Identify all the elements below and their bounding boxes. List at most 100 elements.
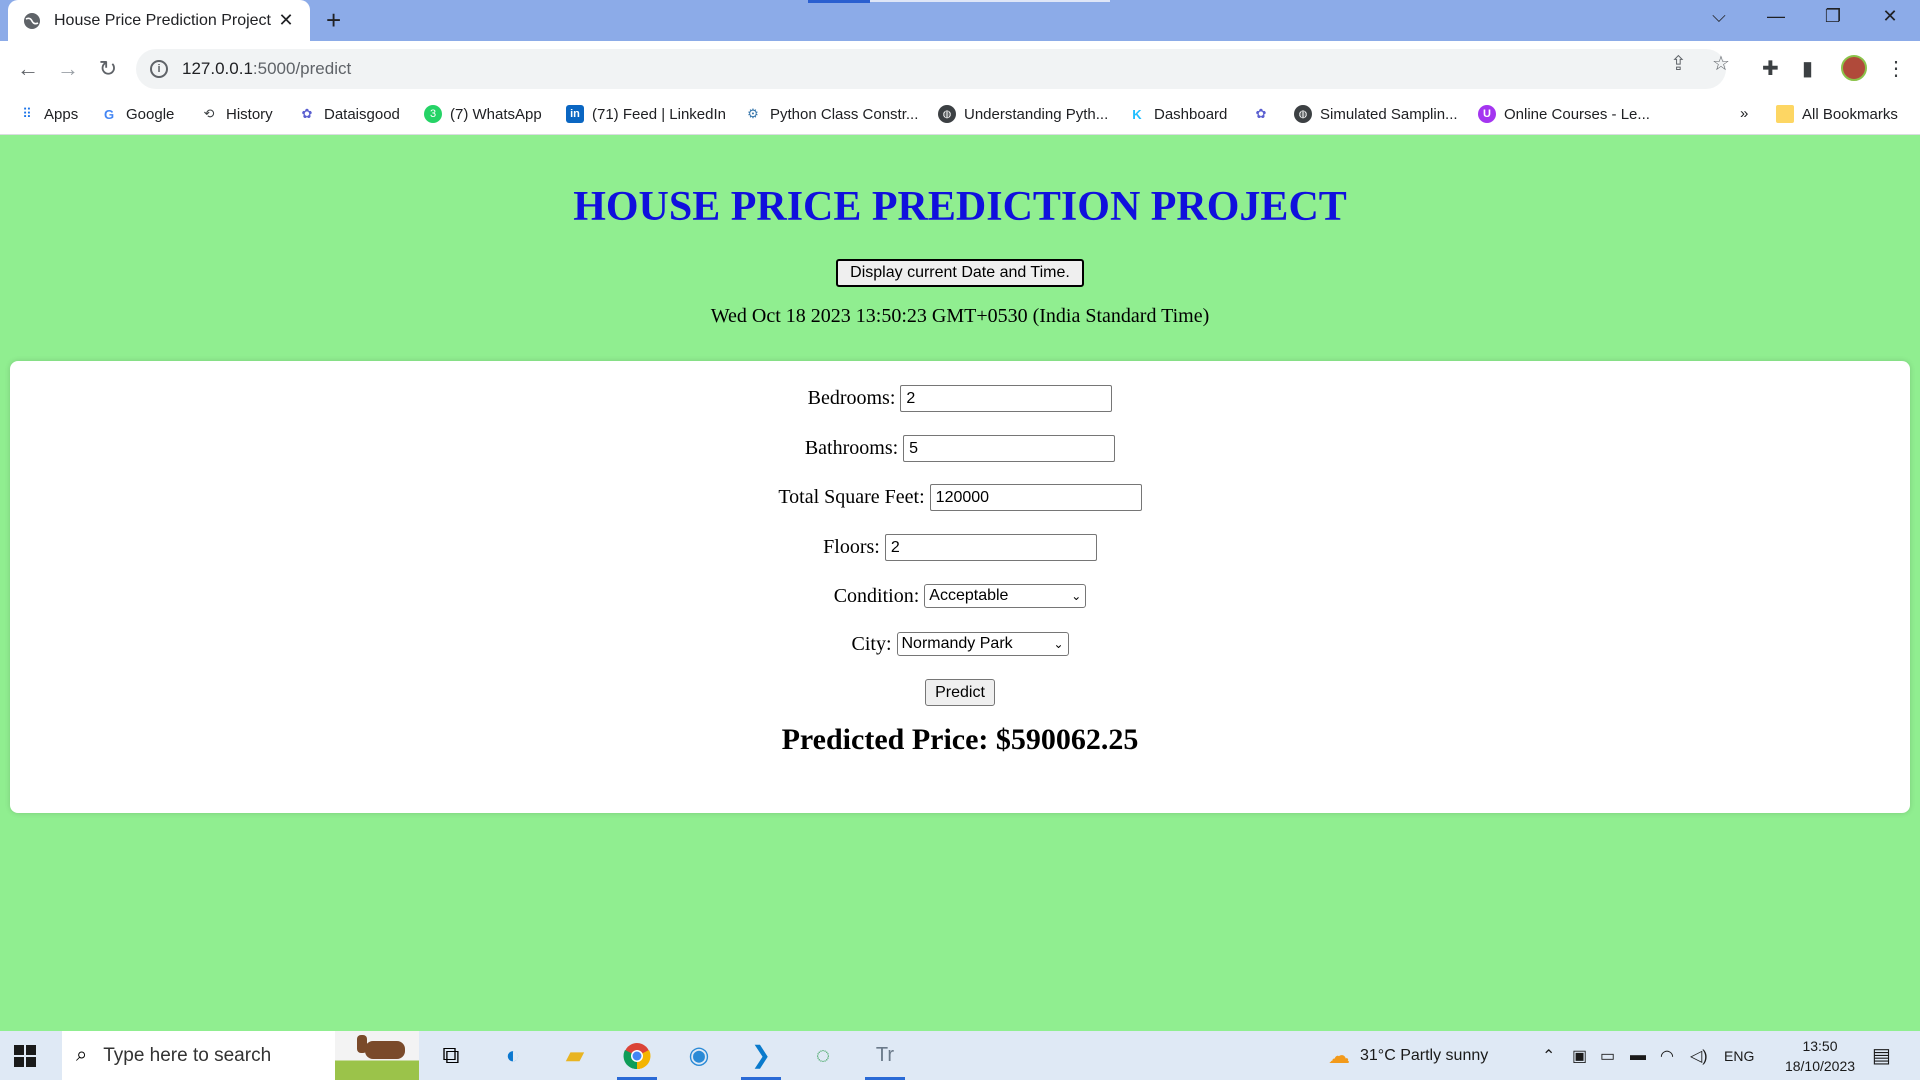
- chrome-icon[interactable]: [612, 1031, 662, 1080]
- bookmark-simulated[interactable]: ◍ Simulated Samplin...: [1294, 105, 1458, 123]
- bookmark-online-courses[interactable]: U Online Courses - Le...: [1478, 105, 1650, 123]
- bedrooms-input[interactable]: 2: [900, 385, 1113, 412]
- windows-taskbar: ⌕ Type here to search ⧉ ◐ ▰ ◉ ❯ ◌ Tr ☁ 3…: [0, 1031, 1920, 1080]
- search-highlight-image: [335, 1031, 419, 1080]
- bookmark-python[interactable]: ⚙ Python Class Constr...: [744, 105, 918, 123]
- condition-selected-value: Acceptable: [929, 587, 1009, 604]
- edge-icon[interactable]: ◐: [488, 1031, 538, 1080]
- profile-avatar[interactable]: [1841, 55, 1867, 81]
- back-arrow-icon[interactable]: ←: [12, 53, 44, 85]
- eye-app-icon[interactable]: ◉: [674, 1031, 724, 1080]
- openai-icon: ✿: [301, 106, 313, 121]
- bookmarks-bar: ⠿ Apps G Google ⟲ History ✿ Dataisgood 3 (7) …: [0, 97, 1920, 135]
- browser-tab[interactable]: House Price Prediction Project ✕: [8, 0, 310, 41]
- reload-icon[interactable]: ↻: [92, 53, 124, 85]
- sqft-input[interactable]: 120000: [929, 484, 1142, 511]
- globe-icon: ◍: [1294, 105, 1312, 123]
- kaggle-icon: K: [1132, 106, 1142, 122]
- clock-time: 13:50: [1802, 1038, 1838, 1054]
- taskbar-clock[interactable]: 13:50 18/10/2023: [1770, 1036, 1870, 1076]
- taskbar-search[interactable]: ⌕ Type here to search: [62, 1031, 419, 1080]
- openai-icon: ✿: [1255, 106, 1267, 121]
- site-info-icon[interactable]: i: [150, 60, 168, 78]
- browser-toolbar: ← → ↻ i 127.0.0.1:5000/predict ⇪ ☆ ✚ ▮ ⋮: [0, 41, 1920, 97]
- bookmark-star-icon[interactable]: ☆: [1712, 51, 1730, 76]
- floors-input[interactable]: 2: [884, 534, 1097, 561]
- address-bar[interactable]: i 127.0.0.1:5000/predict: [136, 49, 1726, 89]
- windows-start-icon[interactable]: [14, 1045, 36, 1067]
- volume-icon[interactable]: ◁): [1690, 1031, 1708, 1080]
- tab-search-icon[interactable]: ⌵: [1704, 6, 1734, 27]
- share-icon[interactable]: ⇪: [1670, 51, 1687, 76]
- weather-text: 31°C Partly sunny: [1360, 1046, 1489, 1064]
- bookmark-linkedin[interactable]: in (71) Feed | LinkedIn: [566, 105, 726, 123]
- condition-select[interactable]: Acceptable ⌄: [924, 584, 1087, 608]
- display-datetime-button[interactable]: Display current Date and Time.: [836, 259, 1084, 287]
- all-bookmarks[interactable]: All Bookmarks: [1776, 105, 1898, 123]
- sqft-row: Total Square Feet: 120000: [10, 484, 1910, 511]
- condition-row: Condition: Acceptable ⌄: [10, 584, 1910, 608]
- wifi-icon[interactable]: ◠: [1660, 1031, 1674, 1080]
- show-hidden-icons[interactable]: ⌃: [1542, 1031, 1555, 1080]
- restore-button[interactable]: ❐: [1818, 6, 1848, 27]
- city-row: City: Normandy Park ⌄: [10, 632, 1910, 656]
- page-content: HOUSE PRICE PREDICTION PROJECT Display c…: [0, 135, 1920, 1031]
- side-panel-icon[interactable]: ▮: [1802, 56, 1813, 81]
- close-window-button[interactable]: ✕: [1875, 6, 1905, 27]
- bookmark-whatsapp[interactable]: 3 (7) WhatsApp: [424, 105, 542, 123]
- notifications-icon[interactable]: ▤: [1872, 1031, 1891, 1080]
- typora-icon[interactable]: Tr: [860, 1031, 910, 1080]
- bathrooms-input[interactable]: 5: [903, 435, 1116, 462]
- battery-icon[interactable]: ▬: [1630, 1031, 1646, 1080]
- clock-date: 18/10/2023: [1784, 1058, 1856, 1074]
- chevron-down-icon: ⌄: [1053, 637, 1064, 651]
- bookmark-apps[interactable]: ⠿ Apps: [18, 105, 78, 123]
- linkedin-icon: in: [566, 105, 584, 123]
- city-label: City:: [851, 632, 892, 655]
- whatsapp-icon: 3: [424, 105, 442, 123]
- minimize-button[interactable]: —: [1761, 6, 1791, 27]
- bookmarks-overflow-icon[interactable]: »: [1740, 105, 1748, 122]
- tab-strip: House Price Prediction Project ✕ + ⌵ — ❐…: [0, 0, 1920, 41]
- predicted-price: Predicted Price: $590062.25: [781, 723, 1139, 756]
- loading-indicator: [808, 0, 870, 3]
- vscode-icon[interactable]: ❯: [736, 1031, 786, 1080]
- refresh-app-icon[interactable]: ◌: [798, 1031, 848, 1080]
- display-icon[interactable]: ▭: [1600, 1031, 1615, 1080]
- weather-widget[interactable]: ☁ 31°C Partly sunny: [1328, 1031, 1488, 1080]
- bookmark-openai[interactable]: ✿: [1252, 105, 1278, 123]
- forward-arrow-icon[interactable]: →: [52, 53, 84, 85]
- url-text: 127.0.0.1:5000/predict: [182, 59, 352, 78]
- globe-icon: ◍: [938, 105, 956, 123]
- close-tab-icon[interactable]: ✕: [276, 10, 296, 31]
- tab-title: House Price Prediction Project: [54, 11, 271, 29]
- extensions-puzzle-icon[interactable]: ✚: [1762, 56, 1779, 81]
- floors-row: Floors: 2: [10, 534, 1910, 561]
- new-tab-button[interactable]: +: [326, 7, 341, 33]
- bathrooms-row: Bathrooms: 5: [10, 435, 1910, 462]
- predict-button[interactable]: Predict: [925, 679, 995, 706]
- bookmark-dashboard[interactable]: K Dashboard: [1128, 105, 1227, 123]
- menu-kebab-icon[interactable]: ⋮: [1886, 56, 1906, 81]
- file-explorer-icon[interactable]: ▰: [550, 1031, 600, 1080]
- loading-track: [870, 0, 1110, 2]
- bookmark-understanding[interactable]: ◍ Understanding Pyth...: [938, 105, 1108, 123]
- meet-now-icon[interactable]: ▣: [1572, 1031, 1587, 1080]
- floors-label: Floors:: [823, 536, 880, 558]
- bookmark-history[interactable]: ⟲ History: [200, 105, 273, 123]
- page-title: HOUSE PRICE PREDICTION PROJECT: [573, 184, 1347, 230]
- bathrooms-label: Bathrooms:: [804, 437, 899, 459]
- bookmark-dataisgood[interactable]: ✿ Dataisgood: [298, 105, 400, 123]
- prediction-form-card: Bedrooms: 2 Bathrooms: 5 Total Square Fe…: [10, 361, 1910, 813]
- bookmark-google[interactable]: G Google: [100, 105, 174, 123]
- task-view-icon[interactable]: ⧉: [426, 1031, 476, 1080]
- folder-icon: [1776, 105, 1794, 123]
- language-indicator[interactable]: ENG: [1724, 1031, 1754, 1080]
- bedrooms-row: Bedrooms: 2: [10, 385, 1910, 412]
- city-select[interactable]: Normandy Park ⌄: [896, 632, 1069, 656]
- search-icon: ⌕: [76, 1044, 88, 1066]
- search-placeholder: Type here to search: [103, 1044, 272, 1066]
- sqft-label: Total Square Feet:: [778, 486, 925, 508]
- google-icon: G: [103, 106, 115, 122]
- python-icon: ⚙: [747, 106, 759, 121]
